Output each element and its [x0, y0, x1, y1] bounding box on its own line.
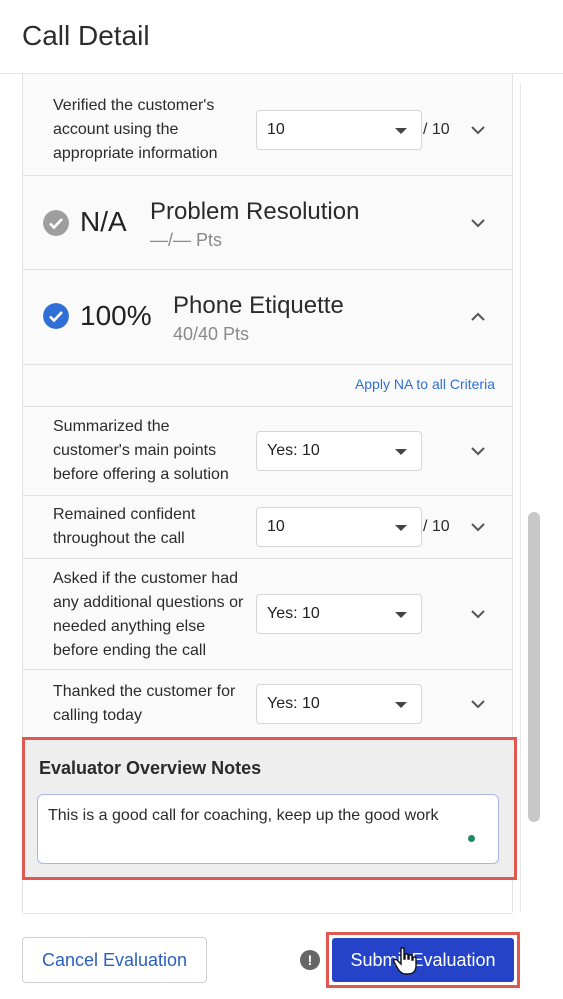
criterion-score-select[interactable]: Yes: 10: [256, 431, 422, 471]
criterion-text-line: any additional questions or: [53, 594, 244, 611]
evaluator-notes-section: Evaluator Overview Notes This is a good …: [22, 737, 517, 880]
submit-highlight: Submit Evaluation: [326, 932, 520, 988]
scrollbar-thumb[interactable]: [528, 512, 540, 822]
chevron-down-icon[interactable]: [469, 121, 487, 139]
criterion-text-line: before offering a solution: [53, 466, 229, 483]
criterion-row-confident: Remained confident throughout the call 1…: [23, 496, 512, 559]
notes-text: This is a good call for coaching, keep u…: [48, 807, 439, 824]
submit-evaluation-button[interactable]: Submit Evaluation: [332, 938, 514, 982]
criterion-text-line: calling today: [53, 707, 142, 724]
section-problem-resolution[interactable]: N/A Problem Resolution —/— Pts: [23, 176, 512, 270]
criterion-text-line: Remained confident: [53, 506, 196, 523]
section-score: N/A: [80, 206, 127, 237]
criterion-row-verified-account: Verified the customer's account using th…: [23, 74, 512, 176]
criterion-row-summarized: Summarized the customer's main points be…: [23, 407, 512, 496]
criterion-out-of: / 10: [423, 518, 450, 535]
notes-textarea[interactable]: This is a good call for coaching, keep u…: [37, 794, 499, 864]
criterion-score-select[interactable]: 10: [256, 507, 422, 547]
select-value: 10: [267, 121, 285, 138]
section-name: Phone Etiquette: [173, 292, 344, 319]
cancel-evaluation-button[interactable]: Cancel Evaluation: [22, 937, 207, 983]
chevron-down-icon[interactable]: [469, 442, 487, 460]
criterion-score-select[interactable]: 10: [256, 110, 422, 150]
caret-down-icon: [395, 612, 407, 618]
criterion-text: Thanked the customer for calling today: [53, 680, 235, 728]
section-points: 40/40 Pts: [173, 324, 250, 344]
criterion-score-select[interactable]: Yes: 10: [256, 684, 422, 724]
section-phone-etiquette[interactable]: 100% Phone Etiquette 40/40 Pts: [23, 270, 512, 365]
criterion-text: Remained confident throughout the call: [53, 503, 195, 551]
criterion-score-select[interactable]: Yes: 10: [256, 594, 422, 634]
page-title: Call Detail: [22, 20, 150, 51]
select-value: Yes: 10: [267, 442, 320, 459]
chevron-up-icon[interactable]: [469, 308, 487, 326]
caret-down-icon: [395, 525, 407, 531]
warning-icon[interactable]: !: [300, 950, 320, 970]
hand-cursor-icon: [393, 947, 417, 975]
chevron-down-icon[interactable]: [469, 518, 487, 536]
criterion-out-of: / 10: [423, 121, 450, 138]
criterion-text-line: needed anything else: [53, 618, 206, 635]
criterion-text-line: appropriate information: [53, 145, 218, 162]
criterion-text-line: Summarized the: [53, 418, 170, 435]
criterion-text-line: Thanked the customer for: [53, 683, 236, 700]
criterion-row-thanked: Thanked the customer for calling today Y…: [23, 670, 512, 740]
status-dot-icon: [468, 835, 475, 842]
call-detail-page: Call Detail Verified the customer's acco…: [0, 0, 563, 999]
criterion-text-line: customer's main points: [53, 442, 217, 459]
caret-down-icon: [395, 702, 407, 708]
caret-down-icon: [395, 449, 407, 455]
chevron-down-icon[interactable]: [469, 695, 487, 713]
criterion-text: Summarized the customer's main points be…: [53, 415, 229, 487]
select-value: 10: [267, 518, 285, 535]
section-score: 100%: [80, 300, 152, 331]
criterion-text-line: before ending the call: [53, 642, 206, 659]
na-check-icon: [43, 210, 69, 236]
criterion-row-additional-questions: Asked if the customer had any additional…: [23, 559, 512, 670]
criterion-text: Verified the customer's account using th…: [53, 94, 218, 166]
chevron-down-icon[interactable]: [469, 214, 487, 232]
select-value: Yes: 10: [267, 695, 320, 712]
select-value: Yes: 10: [267, 605, 320, 622]
criterion-text-line: Asked if the customer had: [53, 570, 238, 587]
apply-na-link[interactable]: Apply NA to all Criteria: [355, 376, 495, 392]
section-name: Problem Resolution: [150, 198, 360, 225]
criterion-text-line: account using the: [53, 121, 179, 138]
criterion-text: Asked if the customer had any additional…: [53, 567, 243, 663]
criterion-text-line: throughout the call: [53, 530, 185, 547]
footer-divider: [22, 913, 513, 914]
complete-check-icon: [43, 303, 69, 329]
notes-label: Evaluator Overview Notes: [39, 758, 262, 778]
section-points: —/— Pts: [150, 230, 223, 250]
chevron-down-icon[interactable]: [469, 605, 487, 623]
caret-down-icon: [395, 128, 407, 134]
criterion-text-line: Verified the customer's: [53, 97, 215, 114]
